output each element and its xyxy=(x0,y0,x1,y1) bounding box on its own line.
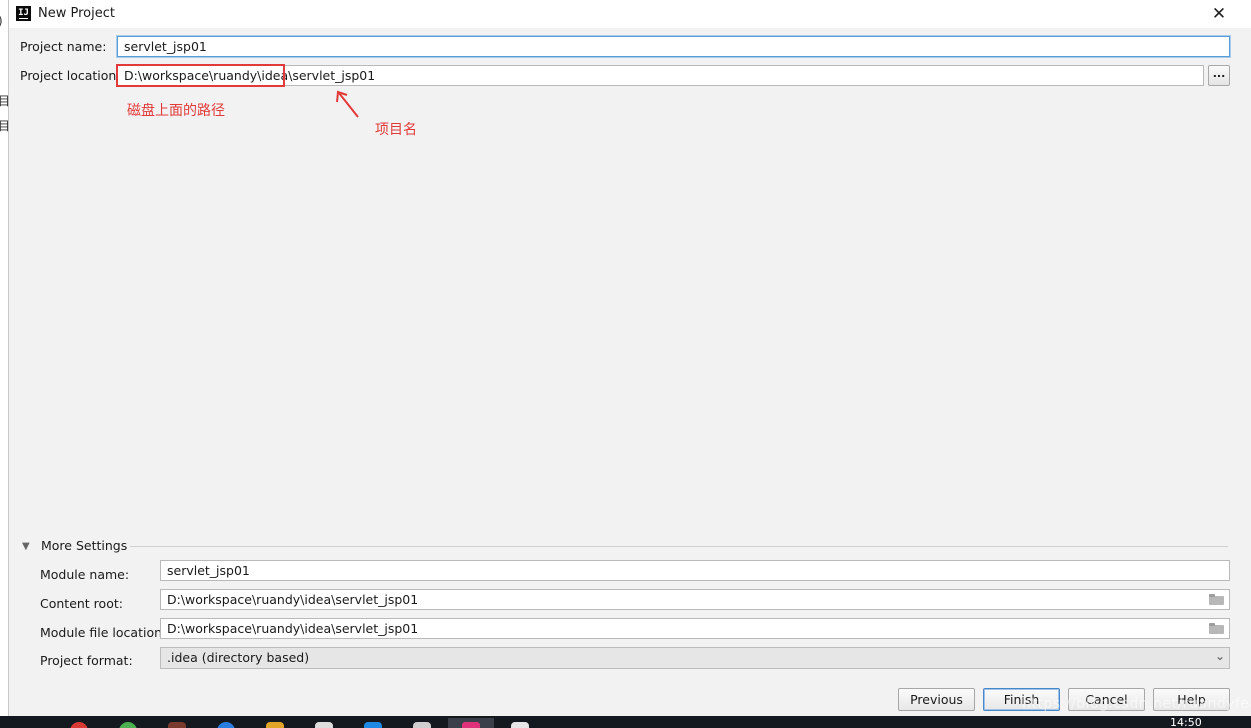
taskbar-app-icon[interactable] xyxy=(168,722,186,728)
folder-icon[interactable] xyxy=(1209,594,1224,605)
taskbar-active-app[interactable] xyxy=(448,718,494,728)
background-glyph: ) xyxy=(0,14,3,28)
new-project-dialog xyxy=(9,28,1251,716)
folder-icon[interactable] xyxy=(1209,623,1224,634)
close-button[interactable]: ✕ xyxy=(1206,2,1232,26)
module-file-location-value: D:\workspace\ruandy\idea\servlet_jsp01 xyxy=(167,621,419,636)
annotation-arrow-icon xyxy=(336,90,359,118)
taskbar-app-icon[interactable] xyxy=(119,722,137,728)
title-bar xyxy=(9,0,1251,28)
content-root-label: Content root: xyxy=(40,596,123,611)
annotation-highlight-box xyxy=(116,64,285,87)
previous-button[interactable]: Previous xyxy=(898,688,975,711)
module-name-label: Module name: xyxy=(40,567,130,582)
intellij-app-icon: IJ xyxy=(16,6,31,21)
chevron-down-icon: ⌄ xyxy=(1214,649,1225,663)
project-format-value: .idea (directory based) xyxy=(167,650,310,665)
project-location-label: Project location: xyxy=(20,68,121,83)
project-name-label: Project name: xyxy=(20,39,107,54)
taskbar-app-icon[interactable] xyxy=(315,722,333,728)
annotation-disk-path: 磁盘上面的路径 xyxy=(127,103,225,119)
module-name-input[interactable]: servlet_jsp01 xyxy=(160,560,1230,581)
project-format-label: Project format: xyxy=(40,653,133,668)
taskbar-clock: 14:50 xyxy=(1170,716,1202,728)
watermark-text: https://blog.csdn.net/ruandyfeam xyxy=(1022,696,1251,712)
taskbar-app-icon[interactable] xyxy=(266,722,284,728)
background-window-edge: ) 目 目 xyxy=(0,0,10,716)
taskbar-app-icon[interactable] xyxy=(413,722,431,728)
annotation-project-name: 项目名 xyxy=(375,122,417,138)
module-file-location-label: Module file location: xyxy=(40,625,167,640)
taskbar-app-icon[interactable] xyxy=(364,722,382,728)
taskbar-app-icon[interactable] xyxy=(511,722,529,728)
content-root-input[interactable]: D:\workspace\ruandy\idea\servlet_jsp01 xyxy=(160,589,1230,610)
content-root-value: D:\workspace\ruandy\idea\servlet_jsp01 xyxy=(167,592,419,607)
window-title: New Project xyxy=(38,6,115,21)
project-name-input[interactable]: servlet_jsp01 xyxy=(117,36,1230,57)
more-settings-label[interactable]: More Settings xyxy=(41,538,127,553)
more-settings-divider xyxy=(130,546,1228,547)
browse-location-button[interactable]: ... xyxy=(1208,65,1230,86)
module-file-location-input[interactable]: D:\workspace\ruandy\idea\servlet_jsp01 xyxy=(160,618,1230,639)
taskbar: 14:50 xyxy=(0,716,1251,728)
taskbar-app-icon[interactable] xyxy=(217,722,235,728)
project-format-select[interactable]: .idea (directory based) ⌄ xyxy=(160,647,1230,669)
taskbar-app-icon[interactable] xyxy=(70,722,88,728)
more-settings-toggle-icon[interactable]: ▼ xyxy=(22,541,30,552)
